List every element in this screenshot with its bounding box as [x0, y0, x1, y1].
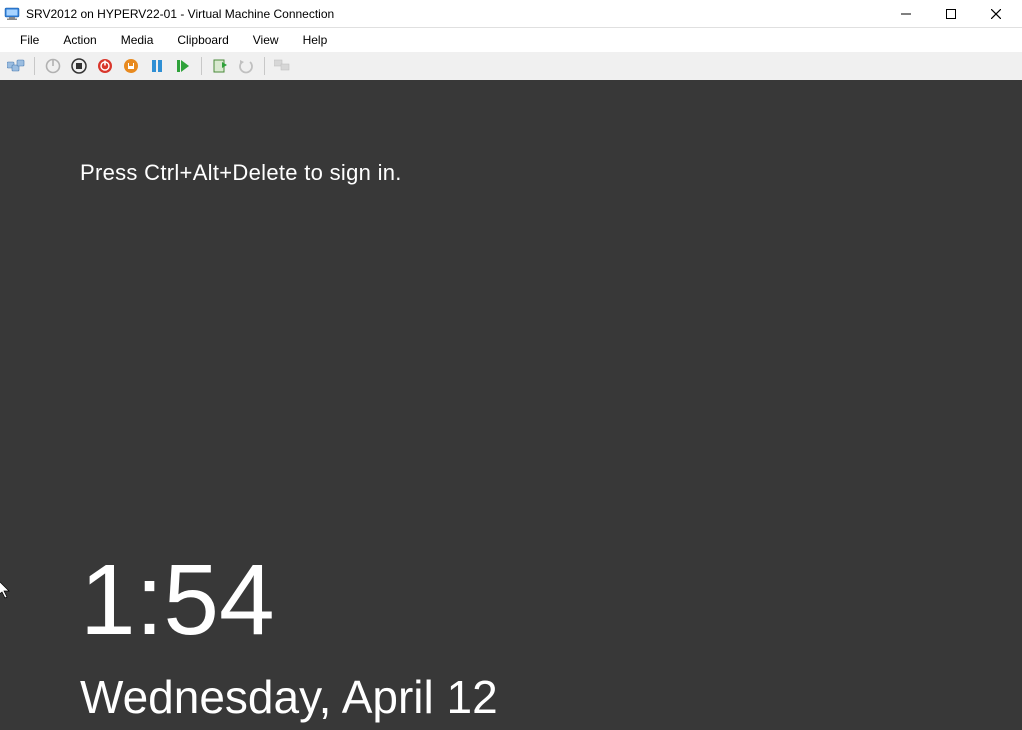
- lockscreen-prompt: Press Ctrl+Alt+Delete to sign in.: [80, 160, 402, 186]
- toolbar-separator: [201, 57, 202, 75]
- toolbar-turnoff-button[interactable]: [69, 56, 89, 76]
- keys-icon: [7, 58, 25, 74]
- titlebar: SRV2012 on HYPERV22-01 - Virtual Machine…: [0, 0, 1022, 28]
- window-title: SRV2012 on HYPERV22-01 - Virtual Machine…: [26, 7, 883, 21]
- toolbar-shutdown-button[interactable]: [95, 56, 115, 76]
- toolbar: [0, 52, 1022, 80]
- vm-guest-display[interactable]: Press Ctrl+Alt+Delete to sign in. 1:54 W…: [0, 80, 1022, 730]
- close-button[interactable]: [973, 0, 1018, 28]
- toolbar-start-button: [43, 56, 63, 76]
- menu-clipboard[interactable]: Clipboard: [165, 30, 240, 50]
- close-icon: [991, 9, 1001, 19]
- maximize-button[interactable]: [928, 0, 973, 28]
- pause-icon: [149, 58, 165, 74]
- toolbar-reset-button[interactable]: [173, 56, 193, 76]
- power-start-icon: [45, 58, 61, 74]
- window-controls: [883, 0, 1018, 28]
- minimize-button[interactable]: [883, 0, 928, 28]
- reset-icon: [175, 58, 191, 74]
- minimize-icon: [901, 9, 911, 19]
- menu-help[interactable]: Help: [291, 30, 340, 50]
- toolbar-pause-button[interactable]: [147, 56, 167, 76]
- menu-view[interactable]: View: [241, 30, 291, 50]
- toolbar-separator: [34, 57, 35, 75]
- toolbar-revert-button: [236, 56, 256, 76]
- save-state-icon: [123, 58, 139, 74]
- toolbar-save-button[interactable]: [121, 56, 141, 76]
- toolbar-separator: [264, 57, 265, 75]
- checkpoint-icon: [212, 58, 228, 74]
- revert-icon: [238, 58, 254, 74]
- lockscreen-time: 1:54: [80, 550, 275, 650]
- menu-media[interactable]: Media: [109, 30, 166, 50]
- toolbar-ctrl-alt-del-button[interactable]: [6, 56, 26, 76]
- maximize-icon: [946, 9, 956, 19]
- stop-icon: [71, 58, 87, 74]
- toolbar-checkpoint-button[interactable]: [210, 56, 230, 76]
- app-icon: [4, 6, 20, 22]
- menu-file[interactable]: File: [8, 30, 51, 50]
- menu-action[interactable]: Action: [51, 30, 108, 50]
- lockscreen-date: Wednesday, April 12: [80, 674, 498, 720]
- toolbar-enhanced-session-button: [273, 56, 293, 76]
- menubar: File Action Media Clipboard View Help: [0, 28, 1022, 52]
- shutdown-icon: [97, 58, 113, 74]
- enhanced-session-icon: [274, 59, 292, 73]
